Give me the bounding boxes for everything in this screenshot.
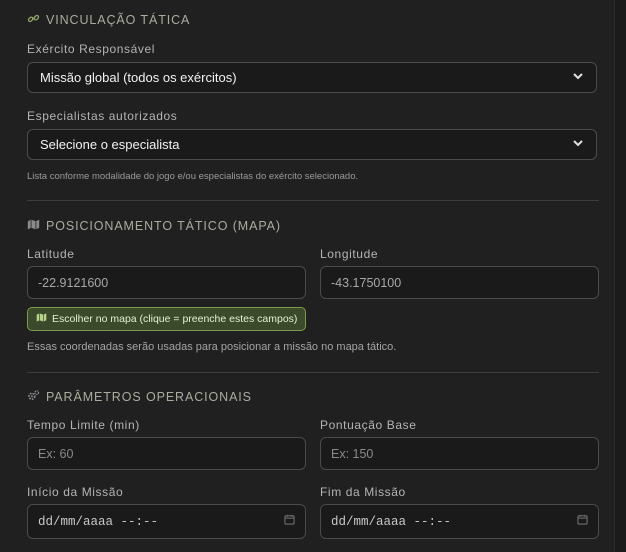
scrollbar-track[interactable] xyxy=(615,0,626,552)
mission-form-panel: VINCULAÇÃO TÁTICA Exército Responsável M… xyxy=(0,0,615,552)
end-datetime-input[interactable]: dd/mm/aaaa --:-- xyxy=(320,504,599,539)
start-datetime-input[interactable]: dd/mm/aaaa --:-- xyxy=(27,504,306,539)
section-title-text: PARÂMETROS OPERACIONAIS xyxy=(46,390,252,404)
specialists-select[interactable]: Selecione o especialista xyxy=(27,129,597,160)
calendar-icon[interactable] xyxy=(284,514,295,529)
section-divider xyxy=(27,372,599,373)
chevron-down-icon xyxy=(572,137,584,152)
longitude-label: Longitude xyxy=(320,247,379,261)
map-icon xyxy=(36,312,47,326)
section-title-parametros: PARÂMETROS OPERACIONAIS xyxy=(27,389,252,405)
section-divider xyxy=(27,200,599,201)
latitude-value: -22.9121600 xyxy=(38,275,109,290)
latitude-label: Latitude xyxy=(27,247,75,261)
longitude-input[interactable]: -43.1750100 xyxy=(320,266,599,299)
start-datetime-value: dd/mm/aaaa --:-- xyxy=(38,514,159,529)
link-icon xyxy=(27,12,40,28)
base-score-label: Pontuação Base xyxy=(320,418,417,432)
army-select-value: Missão global (todos os exércitos) xyxy=(40,70,237,85)
choose-on-map-button[interactable]: Escolher no mapa (clique = preenche este… xyxy=(27,307,307,331)
calendar-icon[interactable] xyxy=(577,514,588,529)
section-title-text: VINCULAÇÃO TÁTICA xyxy=(46,13,191,27)
end-datetime-value: dd/mm/aaaa --:-- xyxy=(331,514,452,529)
longitude-value: -43.1750100 xyxy=(331,275,402,290)
base-score-placeholder: Ex: 150 xyxy=(331,446,374,461)
end-label: Fim da Missão xyxy=(320,485,406,499)
map-icon xyxy=(27,218,40,234)
base-score-input[interactable]: Ex: 150 xyxy=(320,437,599,470)
specialists-label: Especialistas autorizados xyxy=(27,109,178,123)
section-title-vinculacao: VINCULAÇÃO TÁTICA xyxy=(27,12,190,28)
army-label: Exército Responsável xyxy=(27,42,156,56)
time-limit-label: Tempo Limite (min) xyxy=(27,418,140,432)
time-limit-placeholder: Ex: 60 xyxy=(38,446,74,461)
army-select[interactable]: Missão global (todos os exércitos) xyxy=(27,62,597,93)
specialists-select-value: Selecione o especialista xyxy=(40,137,180,152)
section-title-text: POSICIONAMENTO TÁTICO (MAPA) xyxy=(46,219,281,233)
time-limit-input[interactable]: Ex: 60 xyxy=(27,437,306,470)
choose-on-map-label: Escolher no mapa (clique = preenche este… xyxy=(52,313,298,325)
specialists-help-text: Lista conforme modalidade do jogo e/ou e… xyxy=(27,171,359,182)
chevron-down-icon xyxy=(572,70,584,85)
latitude-input[interactable]: -22.9121600 xyxy=(27,266,306,299)
section-title-posicionamento: POSICIONAMENTO TÁTICO (MAPA) xyxy=(27,218,281,234)
gears-icon xyxy=(27,389,40,405)
coordinates-help-text: Essas coordenadas serão usadas para posi… xyxy=(27,341,397,353)
start-label: Início da Missão xyxy=(27,485,124,499)
